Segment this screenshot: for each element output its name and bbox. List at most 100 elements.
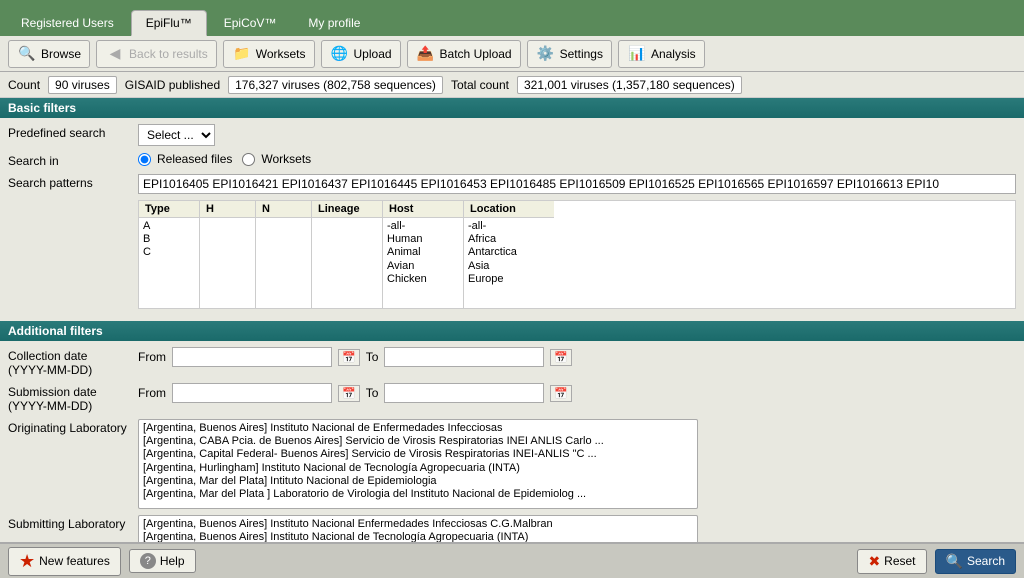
predefined-search-select[interactable]: Select ... [138,124,215,146]
submission-date-label: Submission date (YYYY-MM-DD) [8,383,138,413]
location-europe: Europe [468,273,550,286]
submitting-lab-control: [Argentina, Buenos Aires] Instituto Naci… [138,515,1016,542]
reset-label: Reset [884,554,915,568]
collection-date-control: From 📅 To 📅 [138,347,1016,367]
submission-to-input[interactable] [384,383,544,403]
orig-lab-2: [Argentina, CABA Pcia. de Buenos Aires] … [143,435,693,448]
search-patterns-row: Search patterns [8,174,1016,194]
submission-date-row: Submission date (YYYY-MM-DD) From 📅 To 📅 [8,383,1016,413]
h-filter-col: H [200,201,256,308]
host-all: -all- [387,220,459,233]
batch-upload-button[interactable]: 📤 Batch Upload [407,40,521,68]
host-animal: Animal [387,246,459,259]
originating-lab-label: Originating Laboratory [8,419,138,435]
bottom-bar: ★ New features ? Help ✖ Reset 🔍 Search [0,542,1024,578]
collection-to-label: To [366,350,379,364]
type-filter-col: Type A B C [139,201,200,308]
submitting-lab-row: Submitting Laboratory [Argentina, Buenos… [8,515,1016,542]
submission-from-calendar[interactable]: 📅 [338,385,360,402]
host-filter-col: Host -all- Human Animal Avian Chicken [383,201,464,308]
location-all: -all- [468,220,550,233]
upload-button[interactable]: 🌐 Upload [321,40,401,68]
collection-to-input[interactable] [384,347,544,367]
originating-lab-row: Originating Laboratory [Argentina, Bueno… [8,419,1016,509]
gisaid-label: GISAID published [125,78,220,92]
tab-registered[interactable]: Registered Users [6,10,129,36]
settings-button[interactable]: ⚙️ Settings [527,40,612,68]
h-select[interactable] [200,218,255,308]
orig-lab-6: [Argentina, Mar del Plata ] Laboratorio … [143,488,693,501]
host-avian: Avian [387,260,459,273]
toolbar: 🔍 Browse ◀ Back to results 📁 Worksets 🌐 … [0,36,1024,72]
submitting-lab-label: Submitting Laboratory [8,515,138,531]
type-select[interactable]: A B C [139,218,199,308]
worksets-button[interactable]: 📁 Worksets [223,40,315,68]
location-select[interactable]: -all- Africa Antarctica Asia Europe [464,218,554,308]
n-filter-col: N [256,201,312,308]
orig-lab-3: [Argentina, Capital Federal- Buenos Aire… [143,448,693,461]
submission-to-label: To [366,386,379,400]
additional-filters-form: Collection date (YYYY-MM-DD) From 📅 To 📅… [0,341,1024,542]
basic-filters-header: Basic filters [0,98,1024,118]
published-count: 176,327 viruses (802,758 sequences) [228,76,443,94]
submission-from-label: From [138,386,166,400]
top-nav: Registered Users EpiFlu™ EpiCoV™ My prof… [0,0,1024,36]
lineage-select[interactable] [312,218,382,308]
new-features-button[interactable]: ★ New features [8,547,121,576]
type-option-b: B [143,233,195,246]
collection-date-inputs: From 📅 To 📅 [138,347,1016,367]
help-icon: ? [140,553,156,569]
tab-epicov[interactable]: EpiCoV™ [209,10,292,36]
h-header: H [200,201,255,218]
type-option-a: A [143,220,195,233]
location-antarctica: Antarctica [468,246,550,259]
released-files-radio[interactable] [138,153,151,166]
tab-myprofile[interactable]: My profile [293,10,375,36]
upload-icon: 🌐 [330,44,350,64]
lineage-filter-col: Lineage [312,201,383,308]
collection-from-label: From [138,350,166,364]
back-to-results-button[interactable]: ◀ Back to results [96,40,217,68]
released-files-label: Released files [157,152,232,166]
submission-from-input[interactable] [172,383,332,403]
total-label: Total count [451,78,509,92]
collection-to-calendar[interactable]: 📅 [550,349,572,366]
predefined-search-control: Select ... [138,124,1016,146]
n-select[interactable] [256,218,311,308]
help-button[interactable]: ? Help [129,549,196,573]
analysis-button[interactable]: 📊 Analysis [618,40,705,68]
browse-button[interactable]: 🔍 Browse [8,40,90,68]
orig-lab-4: [Argentina, Hurlingham] Instituto Nacion… [143,462,693,475]
host-human: Human [387,233,459,246]
reset-button[interactable]: ✖ Reset [857,549,926,574]
host-chicken: Chicken [387,273,459,286]
host-header: Host [383,201,463,218]
worksets-label: Worksets [261,152,311,166]
collection-from-input[interactable] [172,347,332,367]
lineage-header: Lineage [312,201,382,218]
analysis-icon: 📊 [627,44,647,64]
new-features-label: New features [39,554,110,568]
originating-lab-select[interactable]: [Argentina, Buenos Aires] Instituto Naci… [138,419,698,509]
released-files-radio-label[interactable]: Released files [138,152,232,166]
search-patterns-input[interactable] [138,174,1016,194]
host-select[interactable]: -all- Human Animal Avian Chicken [383,218,463,308]
search-button[interactable]: 🔍 Search [935,549,1016,574]
additional-filters-header: Additional filters [0,321,1024,341]
tab-epiflu[interactable]: EpiFlu™ [131,10,207,36]
collection-from-calendar[interactable]: 📅 [338,349,360,366]
location-africa: Africa [468,233,550,246]
worksets-radio[interactable] [242,153,255,166]
worksets-radio-label[interactable]: Worksets [242,152,311,166]
count-bar: Count 90 viruses GISAID published 176,32… [0,72,1024,98]
search-in-label: Search in [8,152,138,168]
browse-icon: 🔍 [17,44,37,64]
predefined-search-label: Predefined search [8,124,138,140]
reset-icon: ✖ [868,553,880,570]
submitting-lab-select[interactable]: [Argentina, Buenos Aires] Instituto Naci… [138,515,698,542]
predefined-search-row: Predefined search Select ... [8,124,1016,146]
filter-lists-control: Type A B C H N [138,200,1016,309]
viruses-count: 90 viruses [48,76,117,94]
submission-to-calendar[interactable]: 📅 [550,385,572,402]
originating-lab-control: [Argentina, Buenos Aires] Instituto Naci… [138,419,1016,509]
